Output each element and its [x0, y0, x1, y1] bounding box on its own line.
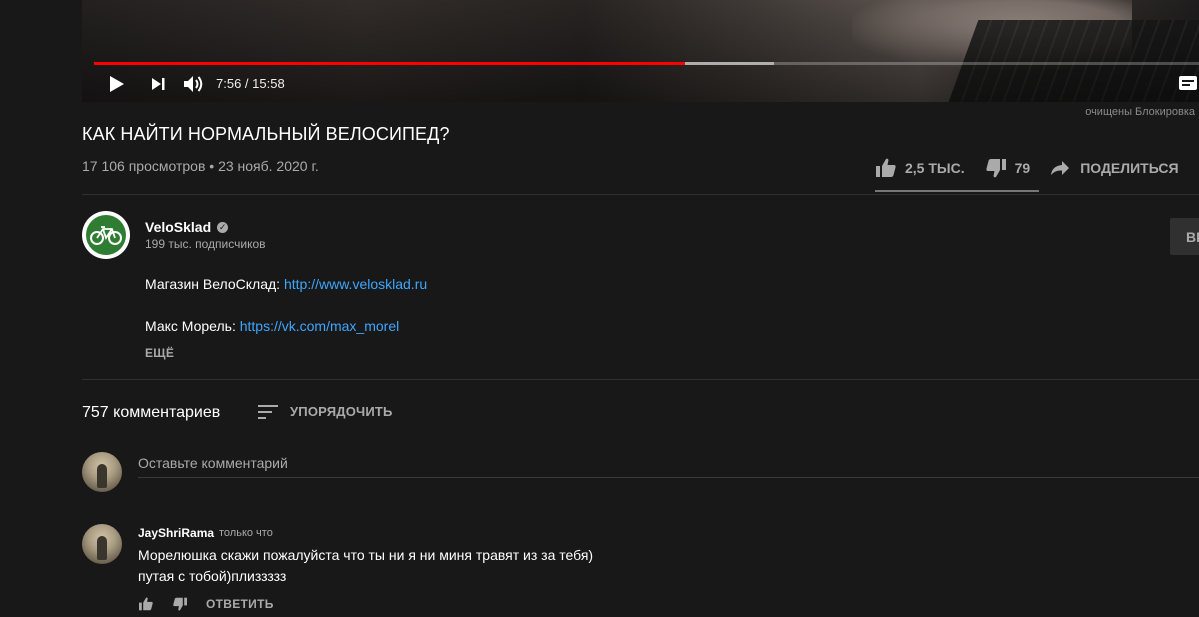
share-label: ПОДЕЛИТЬСЯ — [1080, 160, 1179, 176]
reply-button[interactable]: ОТВЕТИТЬ — [206, 597, 274, 611]
like-count: 2,5 ТЫС. — [905, 160, 965, 176]
verified-icon: ✓ — [217, 221, 229, 233]
play-icon — [110, 76, 124, 92]
comment-author-avatar[interactable] — [82, 524, 122, 564]
like-ratio-bar — [875, 190, 1039, 192]
sort-button[interactable]: УПОРЯДОЧИТЬ — [258, 404, 393, 419]
volume-icon — [184, 76, 203, 92]
divider — [82, 379, 1199, 380]
channel-avatar[interactable] — [82, 211, 130, 259]
dislike-count: 79 — [1014, 160, 1031, 176]
play-button[interactable] — [106, 72, 128, 96]
description-author: Макс Морель: https://vk.com/max_morel — [145, 318, 400, 334]
next-button[interactable] — [148, 72, 168, 96]
comment-text-line-1: Морелюшка скажи пожалуйста что ты ни я н… — [138, 547, 594, 563]
next-icon — [152, 78, 165, 90]
comment-dislike-icon[interactable] — [172, 597, 188, 611]
thumbs-down-icon — [986, 159, 1006, 178]
divider — [82, 194, 1199, 195]
show-more-button[interactable]: ЕЩЁ — [145, 346, 174, 360]
thumbs-up-icon — [876, 158, 896, 177]
channel-name[interactable]: VeloSklad ✓ — [145, 219, 229, 235]
shop-link[interactable]: http://www.velosklad.ru — [284, 276, 427, 292]
progress-played — [94, 62, 686, 65]
comment-text-line-2: путая с тобой)плиззззз — [138, 568, 287, 584]
subtitles-icon[interactable] — [1179, 76, 1197, 90]
bicycle-icon — [90, 226, 122, 245]
share-icon — [1051, 161, 1070, 175]
comment-time[interactable]: только что — [219, 527, 273, 539]
comment-input-underline — [138, 477, 1199, 478]
sort-icon — [258, 404, 278, 419]
share-button[interactable]: ПОДЕЛИТЬСЯ — [1050, 160, 1179, 176]
current-user-avatar — [82, 452, 122, 492]
video-title: КАК НАЙТИ НОРМАЛЬНЫЙ ВЕЛОСИПЕД? — [82, 124, 450, 144]
comment-author[interactable]: JayShriRama — [138, 526, 214, 540]
comment-like-icon[interactable] — [138, 597, 154, 611]
blocker-note: очищены Блокировка — [1085, 106, 1195, 118]
volume-button[interactable] — [182, 72, 206, 96]
dislike-button[interactable]: 79 — [985, 158, 1031, 178]
subscriber-count: 199 тыс. подписчиков — [145, 237, 266, 251]
video-meta: 17 106 просмотров • 23 нояб. 2020 г. — [82, 158, 319, 174]
author-link[interactable]: https://vk.com/max_morel — [240, 318, 400, 334]
subscribed-button[interactable]: ВЫ — [1170, 218, 1199, 255]
video-actions: 2,5 ТЫС. 79 ПОДЕЛИТЬСЯ — [875, 150, 1179, 186]
comment-actions: ОТВЕТИТЬ — [138, 597, 274, 611]
comments-count: 757 комментариев — [82, 404, 221, 421]
progress-bar[interactable] — [94, 62, 1199, 65]
comment-input[interactable]: Оставьте комментарий — [138, 455, 288, 471]
video-player[interactable]: 7:56 / 15:58 — [82, 0, 1199, 102]
like-button[interactable]: 2,5 ТЫС. — [875, 158, 965, 178]
time-display: 7:56 / 15:58 — [216, 76, 285, 91]
description-shop: Магазин ВелоСклад: http://www.velosklad.… — [145, 276, 428, 292]
